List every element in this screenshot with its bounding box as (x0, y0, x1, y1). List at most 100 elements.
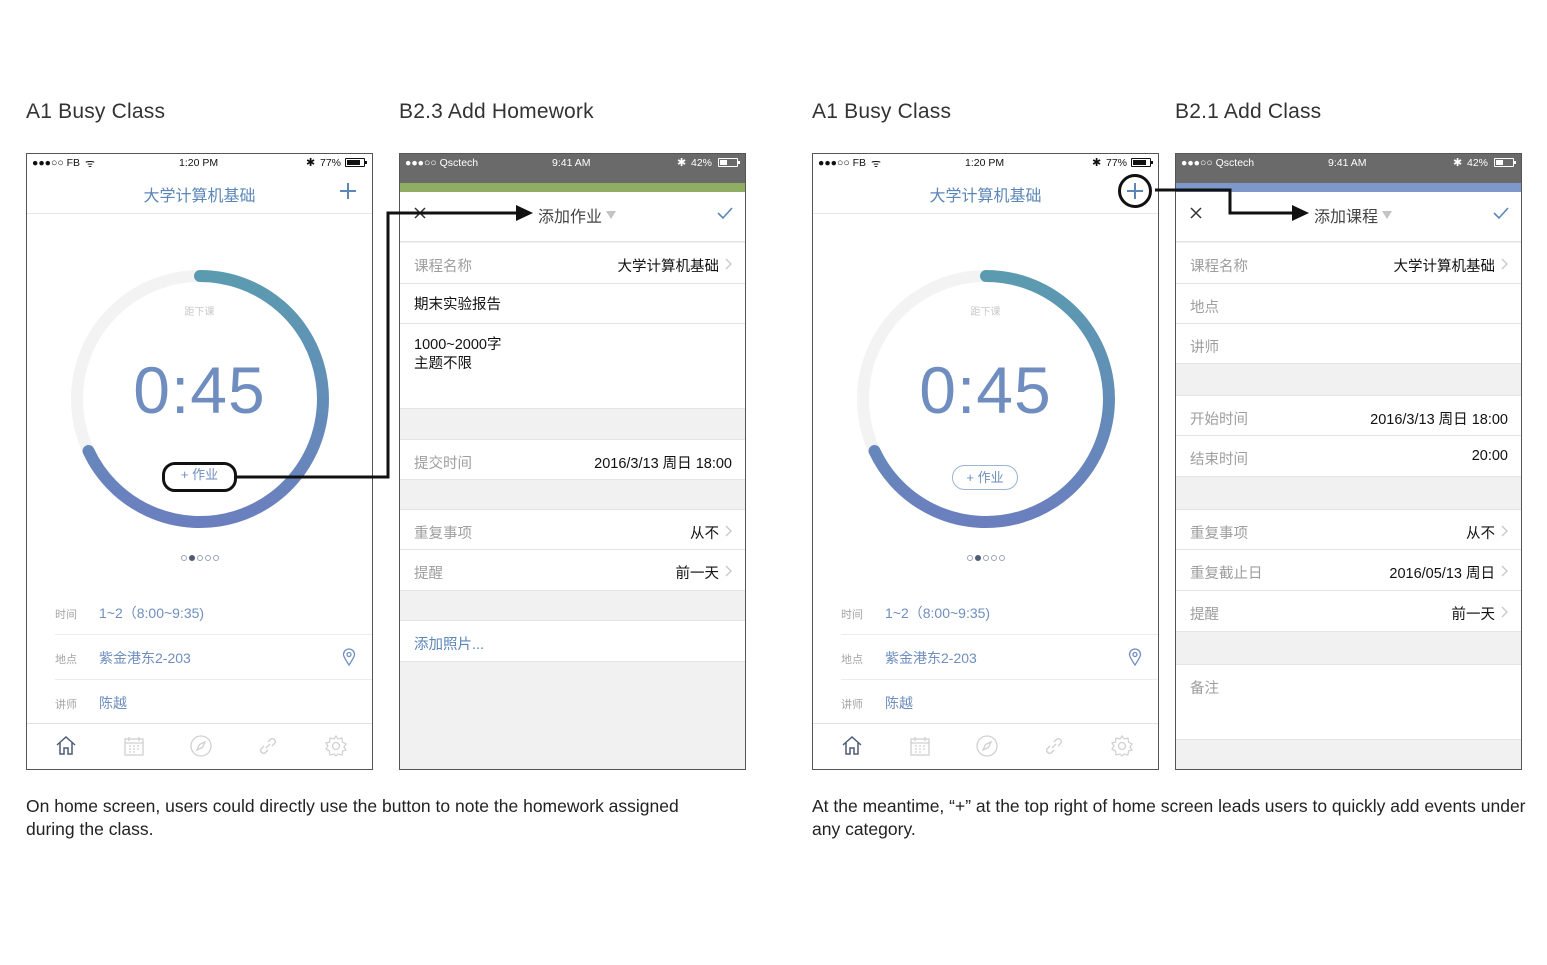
row-notes[interactable]: 备注 (1176, 664, 1521, 740)
add-homework-button[interactable]: + 作业 (952, 465, 1018, 490)
add-button[interactable] (334, 177, 362, 205)
info-key: 地点 (841, 654, 863, 666)
calendar-icon[interactable] (908, 734, 932, 758)
row-key: 重复事项 (1190, 526, 1248, 542)
row-key: 开始时间 (1190, 412, 1248, 428)
check-icon[interactable] (715, 203, 735, 223)
form-header: 添加课程 (1176, 192, 1521, 242)
row-location[interactable]: 地点 (1176, 284, 1521, 324)
settings-icon[interactable] (324, 734, 348, 758)
row-end-time[interactable]: 结束时间 20:00 (1176, 436, 1521, 477)
settings-icon[interactable] (1110, 734, 1134, 758)
battery-text: 77% (1106, 157, 1128, 169)
close-icon[interactable] (1187, 204, 1205, 222)
row-key: 结束时间 (1190, 452, 1248, 468)
panel-title-a1-right: A1 Busy Class (812, 100, 952, 123)
homework-title: 期末实验报告 (414, 297, 501, 313)
row-start-time[interactable]: 开始时间 2016/3/13 周日 18:00 (1176, 395, 1521, 436)
caret-down-icon (1382, 211, 1393, 219)
row-lecturer[interactable]: 讲师 (1176, 324, 1521, 364)
check-icon[interactable] (1491, 203, 1511, 223)
info-row-lecturer: 讲师 陈越 (55, 680, 372, 725)
course-title[interactable]: 大学计算机基础 (813, 182, 1158, 206)
panel-title-b23: B2.3 Add Homework (399, 100, 594, 123)
info-key: 讲师 (841, 699, 863, 711)
page-dots (813, 555, 1158, 561)
row-value: 从不 (1466, 526, 1495, 542)
row-reminder[interactable]: 提醒 前一天 (1176, 591, 1521, 632)
home-icon[interactable] (54, 734, 78, 758)
chevron-right-icon (1501, 565, 1508, 577)
row-value: 2016/3/13 周日 18:00 (1370, 412, 1508, 428)
row-repeat[interactable]: 重复事项 从不 (1176, 509, 1521, 550)
carrier: ●●●○○ FB (818, 157, 867, 169)
close-icon[interactable] (411, 204, 429, 222)
row-value: 前一天 (1451, 607, 1496, 623)
info-row-location: 地点 紫金港东2-203 (55, 635, 372, 680)
caption-left: On home screen, users could directly use… (26, 796, 679, 839)
row-key: 提醒 (414, 566, 443, 582)
form-title-text: 添加作业 (538, 209, 603, 226)
compass-icon[interactable] (189, 734, 213, 758)
page-dots (27, 555, 372, 561)
home-icon[interactable] (840, 734, 864, 758)
row-key: 备注 (1190, 681, 1219, 697)
info-value: 1~2（8:00~9:35) (99, 605, 205, 621)
form-title[interactable]: 添加作业 (538, 203, 617, 227)
row-homework-note[interactable]: 1000~2000字 主题不限 (400, 324, 745, 409)
carrier: ●●●○○ Qsctech (1181, 157, 1255, 169)
row-key: 讲师 (1190, 340, 1219, 356)
row-course[interactable]: 课程名称 大学计算机基础 (400, 243, 745, 284)
row-value: 从不 (690, 526, 719, 542)
location-pin-icon[interactable] (1128, 648, 1142, 666)
compass-icon[interactable] (975, 734, 999, 758)
status-bar: ●●●○○ Qsctech 9:41 AM ✱ 42% (400, 154, 745, 183)
row-homework-title[interactable]: 期末实验报告 (400, 284, 745, 324)
note-line: 主题不限 (414, 356, 472, 372)
carrier: ●●●○○ Qsctech (405, 157, 479, 169)
row-due-time[interactable]: 提交时间 2016/3/13 周日 18:00 (400, 439, 745, 480)
countdown-label: 距下课 (970, 307, 1001, 318)
row-key: 提交时间 (414, 456, 472, 472)
home-screen-right: ●●●○○ FB ᯤ 1:20 PM ✱ 77% 大学计算机基础 距下课 0:4… (812, 153, 1159, 770)
row-reminder[interactable]: 提醒 前一天 (400, 550, 745, 591)
add-photo-link[interactable]: 添加照片... (414, 633, 484, 654)
calendar-icon[interactable] (122, 734, 146, 758)
form-title[interactable]: 添加课程 (1314, 203, 1393, 227)
status-bar: ●●●○○ Qsctech 9:41 AM ✱ 42% (1176, 154, 1521, 183)
status-bar: ●●●○○ FB ᯤ 1:20 PM ✱ 77% (27, 154, 372, 172)
row-repeat-end[interactable]: 重复截止日 2016/05/13 周日 (1176, 550, 1521, 591)
info-row-location: 地点 紫金港东2-203 (841, 635, 1158, 680)
row-key: 课程名称 (414, 259, 472, 275)
info-value: 紫金港东2-203 (885, 650, 977, 666)
countdown-label: 距下课 (184, 307, 215, 318)
add-button[interactable] (1118, 174, 1152, 208)
battery-text: 77% (320, 157, 342, 169)
add-homework-button[interactable]: + 作业 (162, 462, 237, 492)
row-value: 2016/05/13 周日 (1389, 566, 1495, 582)
status-time: 9:41 AM (1328, 157, 1367, 169)
chevron-right-icon (725, 525, 732, 537)
note-line: 1000~2000字 (414, 337, 502, 353)
location-pin-icon[interactable] (342, 648, 356, 666)
row-course[interactable]: 课程名称 大学计算机基础 (1176, 243, 1521, 284)
panel-title-b21: B2.1 Add Class (1175, 100, 1322, 123)
row-repeat[interactable]: 重复事项 从不 (400, 509, 745, 550)
row-add-photo[interactable]: 添加照片... (400, 620, 745, 662)
bluetooth-icon: ✱ (677, 157, 687, 169)
add-class-screen: ●●●○○ Qsctech 9:41 AM ✱ 42% 添加课程 课程名称 大学… (1175, 153, 1522, 770)
battery-text: 42% (1467, 157, 1489, 169)
link-icon[interactable] (256, 734, 280, 758)
form-title-text: 添加课程 (1314, 209, 1379, 226)
battery-icon (718, 158, 740, 167)
home-header: 大学计算机基础 (27, 172, 372, 214)
info-key: 时间 (55, 609, 77, 621)
info-row-time: 时间 1~2（8:00~9:35) (841, 590, 1158, 635)
row-key: 重复截止日 (1190, 566, 1263, 582)
row-key: 重复事项 (414, 526, 472, 542)
battery-icon (345, 158, 367, 167)
course-title[interactable]: 大学计算机基础 (27, 182, 372, 206)
wifi-icon: ᯤ (85, 158, 96, 170)
chevron-right-icon (1501, 525, 1508, 537)
link-icon[interactable] (1042, 734, 1066, 758)
